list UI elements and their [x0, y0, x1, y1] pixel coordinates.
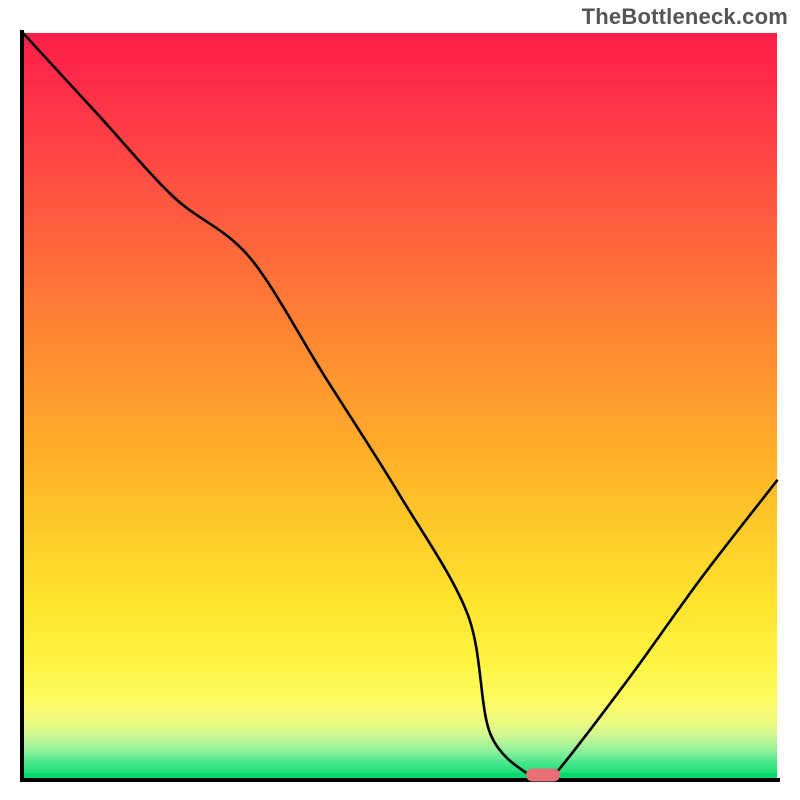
chart-container: TheBottleneck.com [0, 0, 800, 800]
gradient-bottom-strip [23, 773, 777, 779]
heat-gradient-background [23, 33, 777, 779]
optimal-marker [526, 769, 560, 782]
watermark-label: TheBottleneck.com [582, 4, 788, 30]
plot-area [20, 30, 780, 782]
